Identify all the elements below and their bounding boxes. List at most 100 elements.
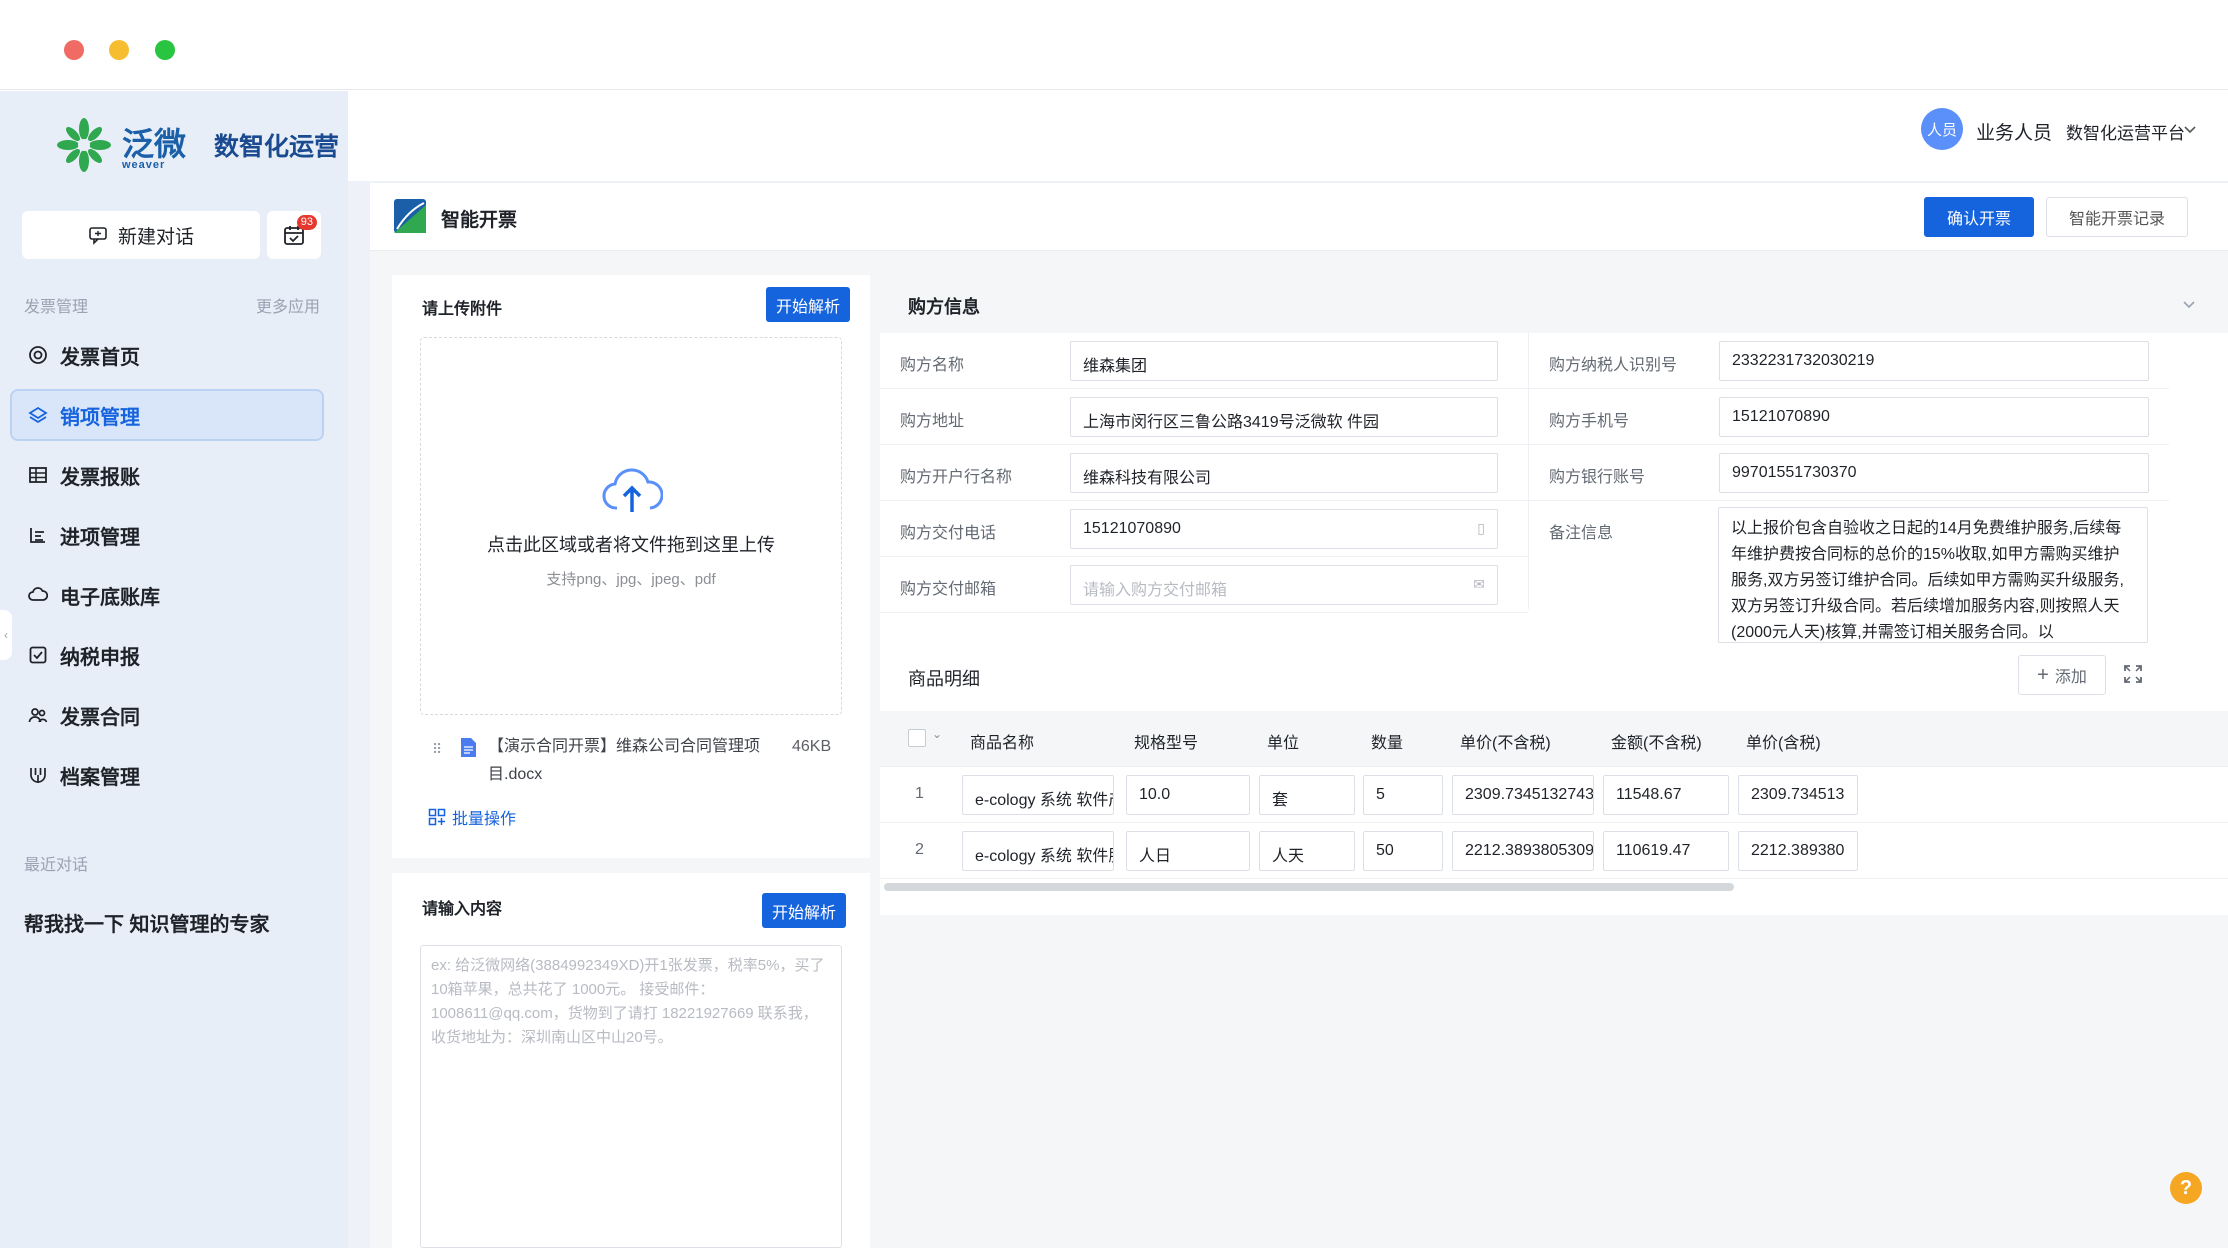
column-header: 单位 bbox=[1267, 735, 1300, 752]
chat-icon bbox=[89, 227, 107, 245]
sidebar-item-purchase-management[interactable]: 进项管理 bbox=[10, 509, 324, 561]
task-button[interactable]: 93 bbox=[267, 211, 321, 259]
unit-cell[interactable]: 人天 bbox=[1259, 831, 1355, 871]
drag-handle-icon[interactable]: ⠿ bbox=[432, 735, 442, 763]
quantity-cell[interactable]: 50 bbox=[1363, 831, 1443, 871]
column-header: 商品名称 bbox=[970, 735, 1035, 752]
buyer-email-placeholder: 请输入购方交付邮箱 bbox=[1083, 582, 1228, 599]
add-goods-button[interactable]: + 添加 bbox=[2018, 655, 2106, 695]
row-index: 2 bbox=[915, 841, 924, 858]
sidebar-item-label: 纳税申报 bbox=[60, 646, 140, 669]
buyer-mobile-input[interactable]: 15121070890 bbox=[1719, 397, 2149, 437]
cloud-upload-icon bbox=[602, 468, 663, 512]
parse-attachment-button[interactable]: 开始解析 bbox=[766, 287, 851, 322]
sidebar-item-label: 销项管理 bbox=[60, 406, 140, 429]
parse-content-button[interactable]: 开始解析 bbox=[762, 893, 847, 928]
buyer-bank-name-row: 购方开户行名称 维森科技有限公司 bbox=[880, 445, 1528, 501]
buyer-name-input[interactable]: 维森集团 bbox=[1070, 341, 1498, 381]
unit-price-tax-cell[interactable]: 2212.389380 bbox=[1738, 831, 1858, 871]
fullscreen-icon[interactable] bbox=[2122, 663, 2144, 685]
plus-icon: + bbox=[2037, 663, 2049, 686]
table-icon bbox=[28, 465, 48, 485]
amount-cell[interactable]: 11548.67 bbox=[1603, 775, 1729, 815]
chevron-down-icon[interactable]: ⌄ bbox=[932, 727, 942, 741]
chevron-down-icon[interactable] bbox=[2182, 121, 2198, 137]
maximize-window-button[interactable] bbox=[155, 40, 175, 60]
weaver-logo-mark bbox=[57, 118, 111, 172]
buyer-phone-row: 购方交付电话 15121070890 ▯ bbox=[880, 501, 1528, 557]
buyer-bank-name-input[interactable]: 维森科技有限公司 bbox=[1070, 453, 1498, 493]
batch-operation-link[interactable]: 批量操作 bbox=[428, 805, 516, 829]
file-size: 46KB bbox=[792, 738, 832, 755]
goods-name-cell[interactable]: e-cology 系统 软件服务费用 bbox=[962, 831, 1114, 871]
table-horizontal-scrollbar[interactable] bbox=[884, 883, 1734, 891]
content-textarea[interactable]: ex: 给泛微网络(3884992349XD)开1张发票，税率5%，买了10箱苹… bbox=[420, 945, 842, 1248]
app-logo: 泛微 weaver 数智化运营 bbox=[56, 117, 339, 173]
unit-price-tax-cell[interactable]: 2309.734513 bbox=[1738, 775, 1858, 815]
sidebar-item-invoice-home[interactable]: 发票首页 bbox=[10, 329, 324, 381]
sidebar-item-sales-management[interactable]: 销项管理 bbox=[10, 389, 324, 441]
buyer-phone-input[interactable]: 15121070890 ▯ bbox=[1070, 509, 1498, 549]
column-header: 规格型号 bbox=[1134, 735, 1199, 752]
buyer-tax-id-input[interactable]: 2332231732030219 bbox=[1719, 341, 2149, 381]
table-row: 2 e-cology 系统 软件服务费用 人日 人天 50 2212.38938… bbox=[880, 823, 2228, 879]
column-header: 金额(不含税) bbox=[1611, 735, 1702, 752]
people-icon bbox=[28, 705, 48, 725]
file-dropzone[interactable]: 点击此区域或者将文件拖到这里上传 支持png、jpg、jpeg、pdf bbox=[420, 337, 842, 715]
row-index: 1 bbox=[915, 785, 924, 802]
smart-invoice-app-icon bbox=[394, 199, 426, 233]
chevron-down-icon[interactable] bbox=[2180, 295, 2198, 313]
field-label: 购方交付邮箱 bbox=[900, 581, 997, 598]
buyer-email-input[interactable]: 请输入购方交付邮箱 ✉ bbox=[1070, 565, 1498, 605]
confirm-invoice-button[interactable]: 确认开票 bbox=[1924, 197, 2034, 237]
cloud-icon bbox=[28, 585, 48, 605]
section-label: 发票管理 bbox=[24, 299, 89, 316]
sidebar-item-tax-declaration[interactable]: 纳税申报 bbox=[10, 629, 324, 681]
buyer-address-input[interactable]: 上海市闵行区三鲁公路3419号泛微软 件园 bbox=[1070, 397, 1498, 437]
page-title: 智能开票 bbox=[441, 210, 518, 231]
checkbox-icon bbox=[28, 645, 48, 665]
layers-icon bbox=[28, 405, 48, 425]
sidebar-item-invoice-contract[interactable]: 发票合同 bbox=[10, 689, 324, 741]
quantity-cell[interactable]: 5 bbox=[1363, 775, 1443, 815]
task-count-badge: 93 bbox=[296, 215, 317, 230]
new-chat-label: 新建对话 bbox=[117, 226, 194, 248]
unit-price-cell[interactable]: 2212.389380530973 bbox=[1452, 831, 1594, 871]
invoice-records-button[interactable]: 智能开票记录 bbox=[2046, 197, 2188, 237]
sidebar-item-invoice-reimbursement[interactable]: 发票报账 bbox=[10, 449, 324, 501]
expand-left-tab[interactable]: ‹ bbox=[0, 610, 12, 660]
new-chat-button[interactable]: 新建对话 bbox=[22, 211, 260, 259]
table-row: 1 e-cology 系统 软件产品费用 10.0 套 5 2309.73451… bbox=[880, 767, 2228, 823]
select-all-checkbox[interactable] bbox=[908, 729, 926, 747]
unit-cell[interactable]: 套 bbox=[1259, 775, 1355, 815]
buyer-section-header[interactable]: 购方信息 bbox=[880, 275, 2228, 333]
spec-cell[interactable]: 10.0 bbox=[1126, 775, 1250, 815]
minimize-window-button[interactable] bbox=[109, 40, 129, 60]
user-name[interactable]: 业务人员 bbox=[1976, 118, 2052, 145]
phone-icon: ▯ bbox=[1477, 520, 1485, 536]
help-icon[interactable]: ? bbox=[2170, 1172, 2202, 1204]
field-label: 购方交付电话 bbox=[900, 525, 997, 542]
buyer-bank-account-input[interactable]: 99701551730370 bbox=[1719, 453, 2149, 493]
dropzone-hint: 支持png、jpg、jpeg、pdf bbox=[546, 571, 716, 588]
sidebar-item-e-ledger[interactable]: 电子底账库 bbox=[10, 569, 324, 621]
avatar[interactable]: 人员 bbox=[1921, 108, 1963, 150]
buyer-tax-id-row: 购方纳税人识别号 2332231732030219 bbox=[1529, 333, 2169, 389]
more-apps-link[interactable]: 更多应用 bbox=[256, 293, 320, 317]
grid-icon bbox=[428, 808, 446, 826]
sidebar-item-label: 发票合同 bbox=[60, 706, 140, 729]
amount-cell[interactable]: 110619.47 bbox=[1603, 831, 1729, 871]
upload-title: 请上传附件 bbox=[422, 301, 503, 318]
column-header: 数量 bbox=[1371, 735, 1404, 752]
remark-textarea[interactable]: 以上报价包含自验收之日起的14月免费维护服务,后续每年维护费按合同标的总价的15… bbox=[1718, 507, 2148, 643]
window-titlebar bbox=[0, 0, 2228, 90]
close-window-button[interactable] bbox=[64, 40, 84, 60]
platform-switcher[interactable]: 数智化运营平台 bbox=[2066, 119, 2185, 144]
sidebar-item-archive-management[interactable]: 档案管理 bbox=[10, 749, 324, 801]
unit-price-cell[interactable]: 2309.734513274336 bbox=[1452, 775, 1594, 815]
recent-chat-item[interactable]: 帮我找一下 知识管理的专家 bbox=[24, 908, 270, 937]
sidebar-item-label: 进项管理 bbox=[60, 526, 140, 549]
buyer-section-title: 购方信息 bbox=[908, 297, 980, 317]
goods-name-cell[interactable]: e-cology 系统 软件产品费用 bbox=[962, 775, 1114, 815]
spec-cell[interactable]: 人日 bbox=[1126, 831, 1250, 871]
